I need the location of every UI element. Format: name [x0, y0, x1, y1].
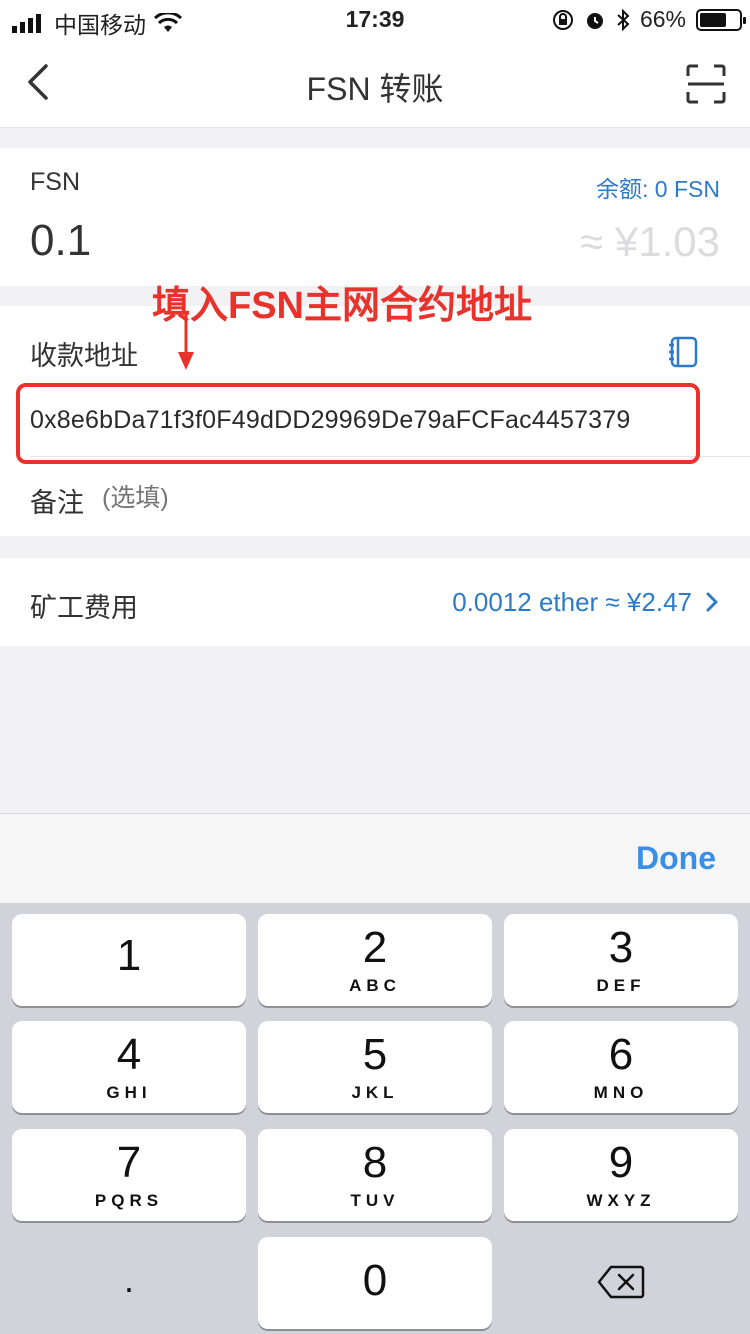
status-bar: 中国移动 17:39 66% [0, 0, 750, 40]
battery-percent: 66% [639, 6, 686, 32]
status-right: 66% [552, 6, 746, 33]
key-number: 7 [116, 1138, 142, 1187]
annotation-arrow-icon [178, 314, 194, 370]
alarm-icon [586, 12, 603, 29]
key-1[interactable]: 1 [12, 914, 246, 1006]
key-letters: ABC [349, 976, 401, 995]
key-4[interactable]: 4 GHI [12, 1021, 246, 1113]
key-3[interactable]: 3 DEF [504, 914, 738, 1006]
key-number: 0 [362, 1256, 388, 1305]
fee-row[interactable]: 矿工费用 0.0012 ether ≈ ¥2.47 [0, 558, 750, 646]
fiat-equivalent: ≈ ¥1.03 [580, 218, 720, 265]
balance-label: 余额: 0 FSN [596, 176, 720, 202]
done-button[interactable]: Done [636, 840, 716, 877]
key-letters: GHI [106, 1083, 152, 1102]
nav-bar: FSN 转账 [0, 40, 750, 128]
key-number: 9 [608, 1138, 634, 1187]
memo-input[interactable] [102, 484, 502, 513]
fee-label: 矿工费用 [30, 593, 138, 623]
address-book-icon[interactable] [668, 336, 700, 368]
key-8[interactable]: 8 TUV [258, 1129, 492, 1221]
key-5[interactable]: 5 JKL [258, 1021, 492, 1113]
amount-card: FSN 余额: 0 FSN 0.1 ≈ ¥1.03 [0, 148, 750, 286]
amount-input[interactable]: 0.1 [30, 216, 91, 266]
key-number: 6 [608, 1030, 634, 1079]
numeric-keypad: 1 2 ABC 3 DEF 4 GHI 5 JKL 6 MNO 7 PQRS 8… [0, 903, 750, 1334]
backspace-icon [597, 1265, 645, 1299]
key-letters: MNO [593, 1083, 649, 1102]
token-symbol: FSN [30, 168, 80, 196]
key-decimal[interactable]: . [12, 1237, 246, 1329]
annotation-highlight-box [16, 383, 700, 464]
key-6[interactable]: 6 MNO [504, 1021, 738, 1113]
key-9[interactable]: 9 WXYZ [504, 1129, 738, 1221]
key-7[interactable]: 7 PQRS [12, 1129, 246, 1221]
key-letters: DEF [596, 976, 646, 995]
key-number: 5 [362, 1030, 388, 1079]
key-number: 4 [116, 1030, 142, 1079]
bluetooth-icon [617, 8, 630, 31]
key-letters: TUV [350, 1191, 400, 1210]
key-letters: WXYZ [586, 1191, 656, 1210]
annotation-text: 填入FSN主网合约地址 [152, 285, 533, 327]
address-label: 收款地址 [30, 341, 138, 371]
fee-value: 0.0012 ether ≈ ¥2.47 [452, 587, 692, 617]
key-number: . [123, 1259, 134, 1300]
key-2[interactable]: 2 ABC [258, 914, 492, 1006]
key-number: 1 [116, 931, 142, 980]
key-number: 8 [362, 1138, 388, 1187]
orientation-lock-icon [552, 9, 573, 30]
key-number: 3 [608, 923, 634, 972]
page-title: FSN 转账 [306, 71, 444, 107]
chevron-right-icon [706, 592, 718, 612]
memo-label: 备注 [30, 488, 84, 518]
scan-icon[interactable] [686, 64, 726, 104]
key-number: 2 [362, 923, 388, 972]
keyboard-toolbar: Done [0, 813, 750, 903]
key-letters: JKL [351, 1083, 399, 1102]
battery-icon [696, 8, 746, 31]
delete-key[interactable] [504, 1237, 738, 1329]
key-0[interactable]: 0 [258, 1237, 492, 1329]
key-letters: PQRS [94, 1191, 164, 1210]
